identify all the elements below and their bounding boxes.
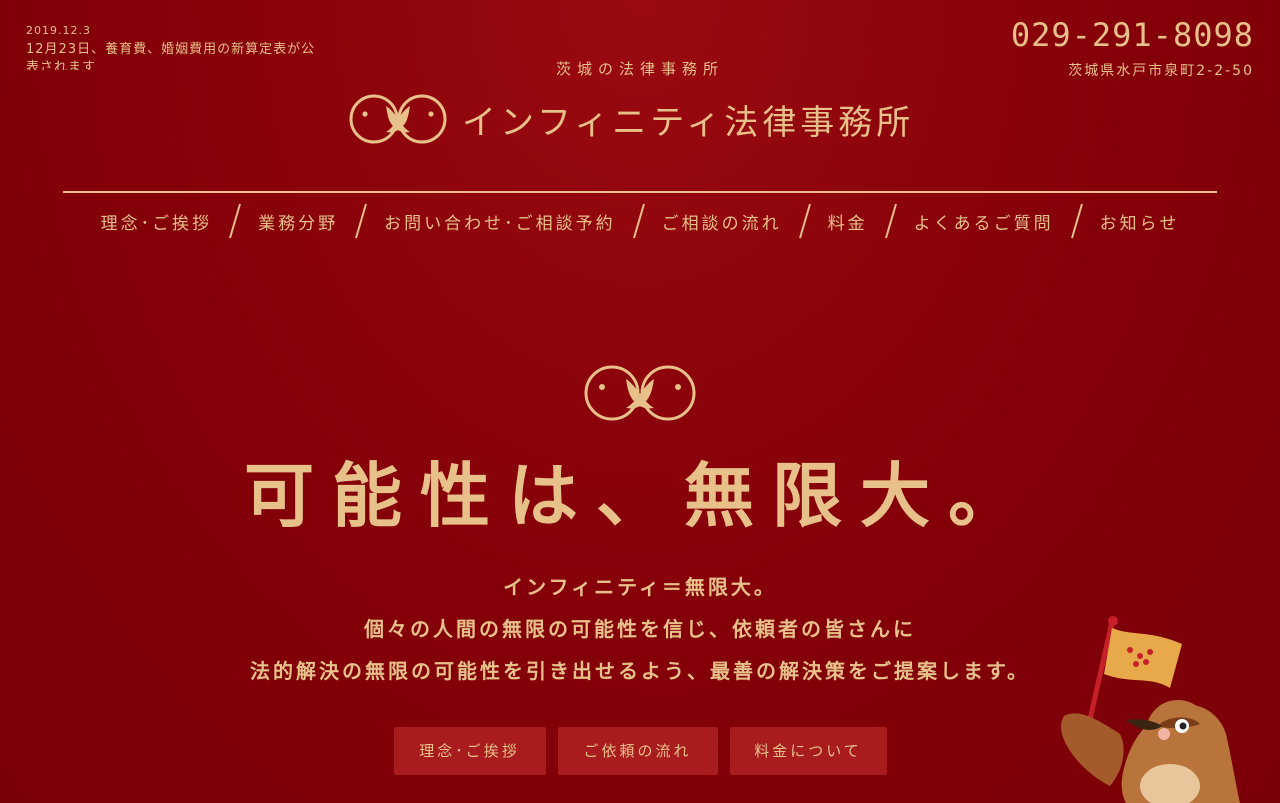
nav-separator bbox=[798, 203, 811, 239]
hero-headline: 可能性は、無限大。 bbox=[244, 454, 1036, 537]
nav-separator bbox=[884, 203, 897, 239]
request-flow-button[interactable]: ご依頼の流れ bbox=[557, 727, 718, 775]
philosophy-button[interactable]: 理念･ご挨拶 bbox=[393, 727, 546, 775]
brand-logo-link[interactable]: インフィニティ法律事務所 bbox=[348, 92, 914, 146]
news-date: 2019.12.3 bbox=[26, 24, 91, 37]
brand-name: インフィニティ法律事務所 bbox=[462, 102, 915, 143]
nav-item-fees[interactable]: 料金 bbox=[812, 209, 884, 234]
global-nav: 理念･ご挨拶 業務分野 お問い合わせ･ご相談予約 ご相談の流れ 料金 よくあるご… bbox=[63, 202, 1217, 240]
nav-separator bbox=[632, 203, 645, 239]
infinity-logo-icon bbox=[349, 94, 447, 144]
infinity-logo-icon bbox=[584, 365, 696, 421]
lead-line: インフィニティ＝無限大。 bbox=[503, 575, 777, 599]
nav-item-faq[interactable]: よくあるご質問 bbox=[898, 209, 1070, 234]
nav-item-philosophy[interactable]: 理念･ご挨拶 bbox=[85, 209, 229, 234]
nav-item-consultation-flow[interactable]: ご相談の流れ bbox=[646, 209, 798, 234]
site-tagline: 茨城の法律事務所 bbox=[555, 60, 724, 78]
nav-separator bbox=[1070, 203, 1083, 239]
nav-separator bbox=[355, 203, 368, 239]
nav-item-contact[interactable]: お問い合わせ･ご相談予約 bbox=[368, 209, 632, 234]
nav-separator bbox=[229, 203, 242, 239]
bird-mascot-icon bbox=[1061, 616, 1240, 803]
fees-button[interactable]: 料金について bbox=[729, 727, 887, 775]
header-divider bbox=[63, 191, 1217, 193]
nav-item-news[interactable]: お知らせ bbox=[1084, 209, 1196, 234]
phone-number[interactable]: 029-291-8098 bbox=[1011, 16, 1254, 54]
nav-item-practice-areas[interactable]: 業務分野 bbox=[242, 209, 354, 234]
